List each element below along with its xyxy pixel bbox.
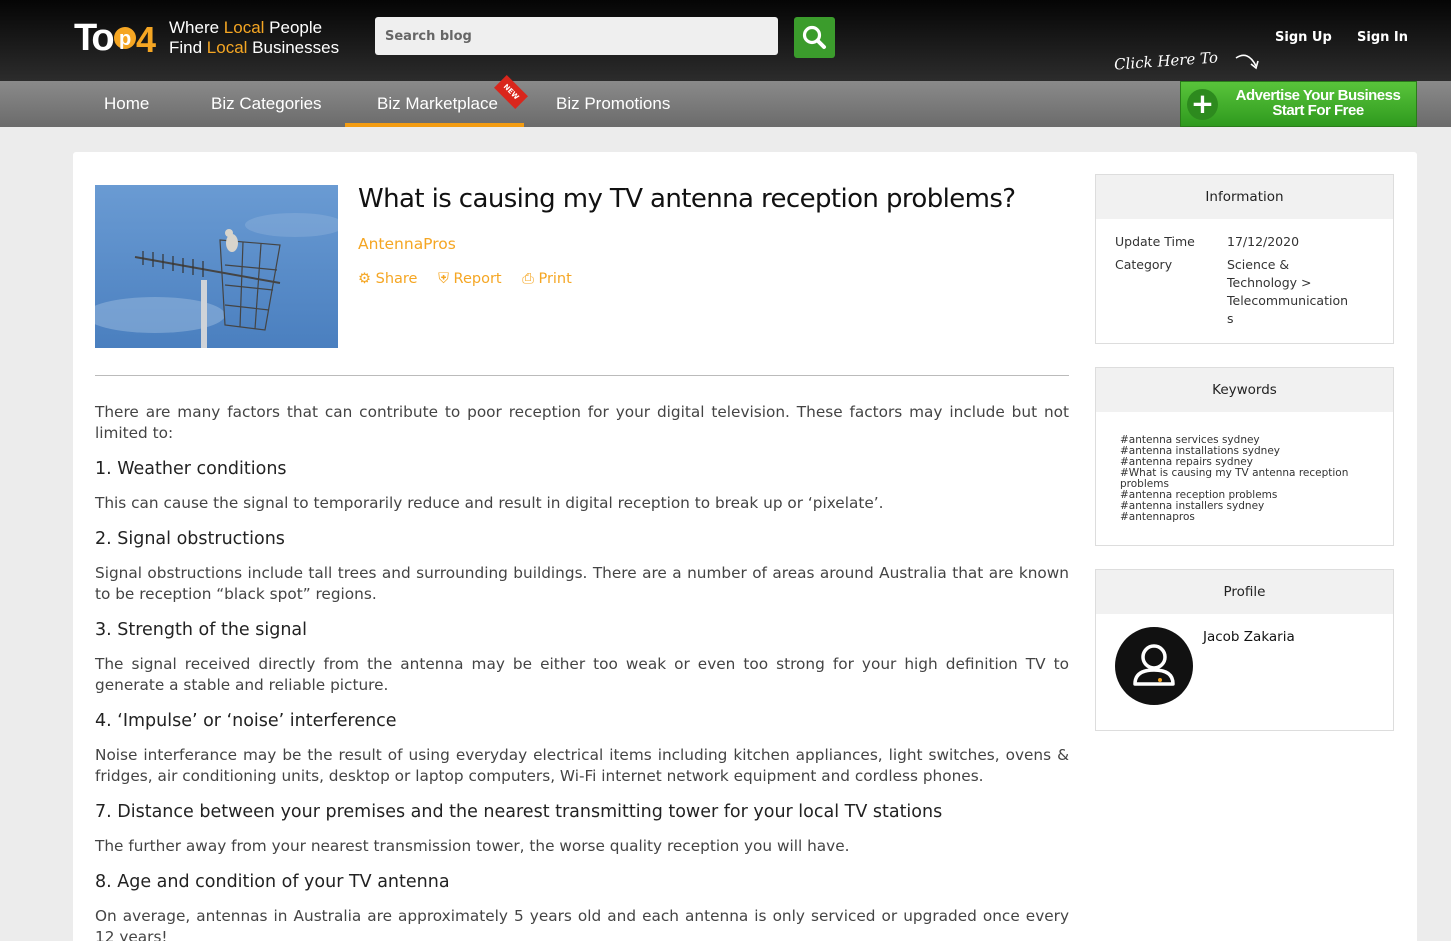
share-icon: ⚙ bbox=[358, 271, 371, 287]
divider bbox=[95, 375, 1069, 376]
sign-up-link[interactable]: Sign Up bbox=[1275, 30, 1332, 45]
profile-panel: Profile Jacob Zakaria bbox=[1095, 569, 1394, 731]
report-action[interactable]: ⛨ Report bbox=[438, 271, 502, 287]
post-title: What is causing my TV antenna reception … bbox=[358, 184, 1016, 214]
shield-icon: ⛨ bbox=[438, 271, 449, 287]
nav-biz-categories[interactable]: Biz Categories bbox=[211, 94, 322, 114]
section-heading: 7. Distance between your premises and th… bbox=[95, 802, 943, 822]
section-body: This can cause the signal to temporarily… bbox=[95, 494, 884, 512]
section-body: The signal received directly from the an… bbox=[95, 655, 1069, 694]
top-header: To p 4 Where Local People Find Local Bus… bbox=[0, 0, 1451, 81]
section-body: Signal obstructions include tall trees a… bbox=[95, 564, 1069, 603]
search-icon bbox=[802, 25, 826, 49]
article-intro: There are many factors that can contribu… bbox=[95, 403, 1069, 442]
plus-icon: + bbox=[1187, 89, 1218, 120]
print-icon: ⎙ bbox=[522, 271, 534, 287]
keywords-panel: Keywords #antenna services sydney #anten… bbox=[1095, 367, 1394, 546]
information-panel: Information Update Time 17/12/2020 Categ… bbox=[1095, 174, 1394, 344]
svg-text:p: p bbox=[119, 28, 131, 50]
section-heading: 4. ‘Impulse’ or ‘noise’ interference bbox=[95, 711, 397, 731]
print-action[interactable]: ⎙ Print bbox=[522, 271, 572, 287]
click-here-text: Click Here To bbox=[1113, 48, 1219, 74]
tagline: Where Local People Find Local Businesses bbox=[169, 18, 340, 57]
section-body: The further away from your nearest trans… bbox=[95, 837, 850, 855]
keywords-title: Keywords bbox=[1096, 368, 1393, 412]
active-nav-indicator bbox=[345, 123, 524, 127]
new-badge: NEW bbox=[494, 75, 528, 109]
information-title: Information bbox=[1096, 175, 1393, 219]
nav-biz-promotions[interactable]: Biz Promotions bbox=[556, 94, 670, 114]
section-body: Noise interferance may be the result of … bbox=[95, 746, 1069, 785]
nav-biz-marketplace[interactable]: Biz Marketplace bbox=[377, 94, 498, 114]
category-value[interactable]: Science & Technology > Telecommunication… bbox=[1227, 256, 1348, 328]
search-button[interactable] bbox=[794, 17, 835, 58]
share-action[interactable]: ⚙ Share bbox=[358, 271, 417, 287]
post-thumbnail bbox=[95, 185, 338, 348]
category-label: Category bbox=[1115, 257, 1173, 272]
svg-text:4: 4 bbox=[136, 19, 156, 60]
article-body: There are many factors that can contribu… bbox=[95, 402, 1069, 941]
curved-arrow-icon bbox=[1235, 54, 1259, 70]
section-heading: 8. Age and condition of your TV antenna bbox=[95, 872, 450, 892]
update-time-label: Update Time bbox=[1115, 234, 1195, 249]
section-body: On average, antennas in Australia are ap… bbox=[95, 907, 1069, 941]
sign-in-link[interactable]: Sign In bbox=[1357, 30, 1408, 45]
top4-logo[interactable]: To p 4 bbox=[74, 14, 160, 60]
post-actions: ⚙ Share ⛨ Report ⎙ Print bbox=[358, 271, 588, 287]
nav-home[interactable]: Home bbox=[104, 94, 149, 114]
post-author-link[interactable]: AntennaPros bbox=[358, 235, 456, 253]
section-heading: 1. Weather conditions bbox=[95, 459, 287, 479]
advertise-button[interactable]: + Advertise Your Business Start For Free bbox=[1180, 81, 1417, 127]
svg-text:To: To bbox=[74, 17, 113, 59]
update-time-value: 17/12/2020 bbox=[1227, 234, 1300, 249]
user-icon bbox=[1133, 644, 1175, 686]
advertise-label: Advertise Your Business Start For Free bbox=[1235, 87, 1401, 119]
keyword-item[interactable]: #antennapros bbox=[1120, 512, 1348, 523]
section-heading: 3. Strength of the signal bbox=[95, 620, 307, 640]
keyword-list: #antenna services sydney #antenna instal… bbox=[1120, 435, 1348, 523]
profile-title: Profile bbox=[1096, 570, 1393, 614]
profile-name[interactable]: Jacob Zakaria bbox=[1203, 629, 1295, 645]
search-input[interactable] bbox=[375, 17, 778, 55]
section-heading: 2. Signal obstructions bbox=[95, 529, 285, 549]
avatar[interactable] bbox=[1115, 627, 1193, 705]
